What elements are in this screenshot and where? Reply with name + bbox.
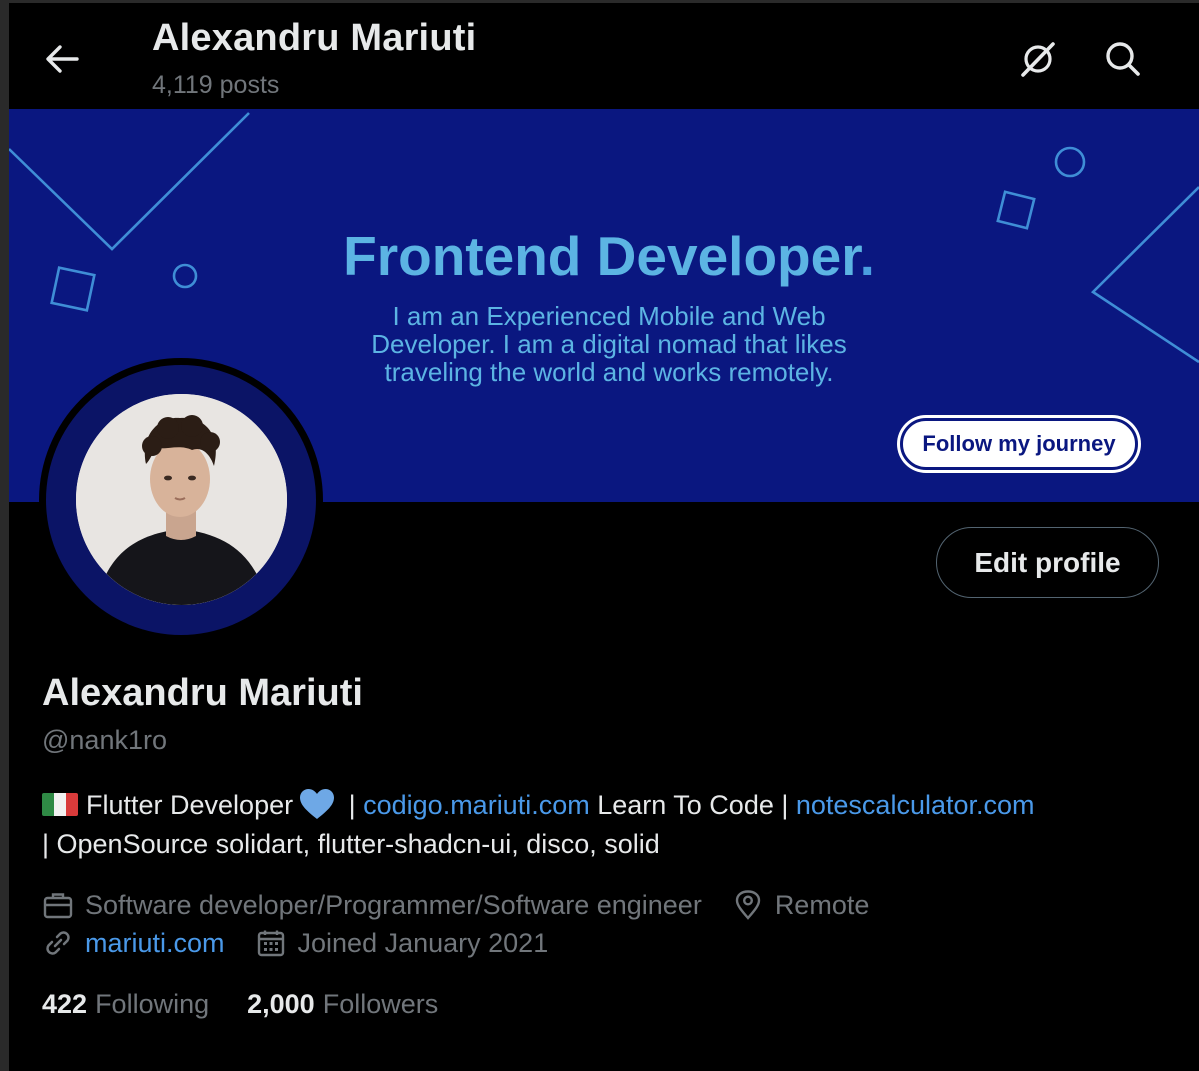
profile-header: Alexandru Mariuti 4,119 posts (9, 3, 1199, 109)
back-button[interactable] (39, 36, 85, 82)
followers-label: Followers (322, 989, 439, 1019)
banner-heading-dot: . (859, 225, 875, 287)
following-label: Following (95, 989, 210, 1019)
banner-line: traveling the world and works remotely. (384, 357, 834, 387)
profile-bio: Flutter Developer | codigo.mariuti.com L… (42, 786, 1172, 864)
post-count: 4,119 posts (152, 71, 280, 99)
briefcase-icon (42, 889, 74, 921)
profile-category: Software developer/Programmer/Software e… (85, 889, 702, 920)
bio-text: Learn To Code | (589, 790, 796, 820)
banner-description: I am an Experienced Mobile and Web Devel… (299, 302, 919, 386)
bio-text: Flutter Developer (86, 790, 294, 820)
location-pin-icon (732, 889, 764, 921)
follow-counts: 422 Following 2,000 Followers (42, 989, 476, 1020)
avatar-portrait (76, 394, 287, 605)
profile-website-link[interactable]: mariuti.com (85, 928, 225, 959)
profile-location: Remote (774, 889, 870, 920)
bio-text: | OpenSource solidart, flutter-shadcn-ui… (42, 829, 660, 859)
profile-meta-row: mariuti.com Joined January 2021 (42, 927, 548, 959)
search-icon (1106, 42, 1140, 76)
followers-link[interactable]: 2,000 Followers (247, 989, 438, 1020)
search-button[interactable] (1097, 33, 1149, 85)
header-title: Alexandru Mariuti (152, 17, 477, 59)
bio-link-codigo[interactable]: codigo.mariuti.com (363, 790, 590, 820)
calendar-icon (255, 927, 287, 959)
banner-heading: Frontend Developer. (9, 224, 1199, 288)
edit-profile-button[interactable]: Edit profile (936, 527, 1159, 598)
profile-meta-row: Software developer/Programmer/Software e… (42, 889, 869, 921)
followers-count: 2,000 (247, 989, 315, 1019)
profile-joined-date: Joined January 2021 (297, 927, 549, 958)
banner-cta-button: Follow my journey (900, 418, 1138, 470)
avatar[interactable] (76, 394, 287, 605)
profile-handle: @nank1ro (42, 725, 167, 755)
profile-page: Alexandru Mariuti 4,119 posts Frontend D… (9, 3, 1199, 1071)
banner-line: I am an Experienced Mobile and Web (392, 301, 826, 331)
profile-name: Alexandru Mariuti (42, 672, 363, 714)
banner-line: Developer. I am a digital nomad that lik… (371, 329, 847, 359)
bio-link-notescalculator[interactable]: notescalculator.com (796, 790, 1035, 820)
bio-separator: | (341, 790, 364, 820)
link-icon (42, 927, 74, 959)
following-count: 422 (42, 989, 88, 1019)
back-arrow-icon (46, 45, 79, 73)
grok-button[interactable] (1012, 33, 1064, 85)
following-link[interactable]: 422 Following (42, 989, 209, 1020)
italy-flag-icon (42, 793, 78, 816)
grok-icon (1021, 42, 1055, 77)
banner-heading-text: Frontend Developer (343, 225, 860, 287)
heart-icon (300, 789, 335, 819)
